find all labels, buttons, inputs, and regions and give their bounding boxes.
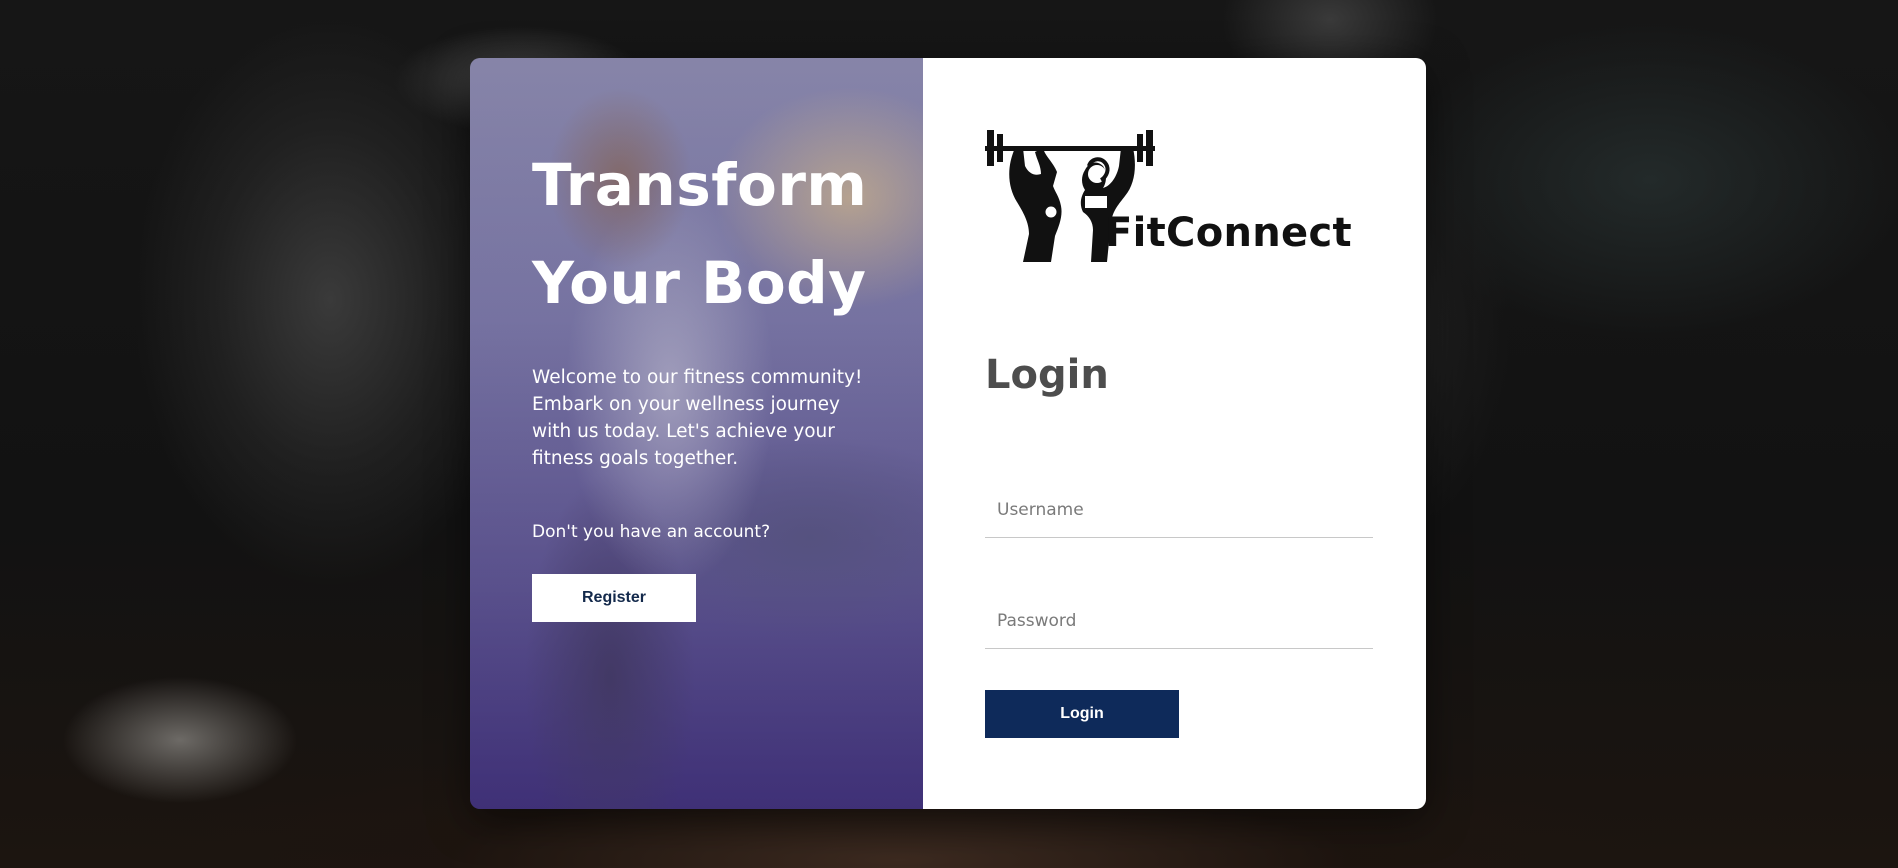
welcome-text: Welcome to our fitness community! Embark… — [532, 367, 863, 469]
password-input[interactable] — [985, 593, 1373, 649]
login-heading: Login — [985, 352, 1109, 398]
hero-title: Transform Your Body — [532, 136, 872, 332]
promo-content: Transform Your Body Welcome to our fitne… — [532, 136, 872, 622]
login-button[interactable]: Login — [985, 690, 1179, 738]
brand-logo: FitConnect — [985, 126, 1352, 262]
login-panel: FitConnect Login Login — [923, 58, 1426, 809]
promo-panel: Transform Your Body Welcome to our fitne… — [470, 58, 923, 809]
username-input[interactable] — [985, 482, 1373, 538]
register-button[interactable]: Register — [532, 574, 696, 622]
brand-name: FitConnect — [1105, 210, 1352, 256]
account-question: Don't you have an account? — [532, 522, 771, 542]
hero-title-line-2: Your Body — [532, 249, 867, 317]
hero-title-line-1: Transform — [532, 151, 868, 219]
auth-card: Transform Your Body Welcome to our fitne… — [470, 58, 1426, 809]
